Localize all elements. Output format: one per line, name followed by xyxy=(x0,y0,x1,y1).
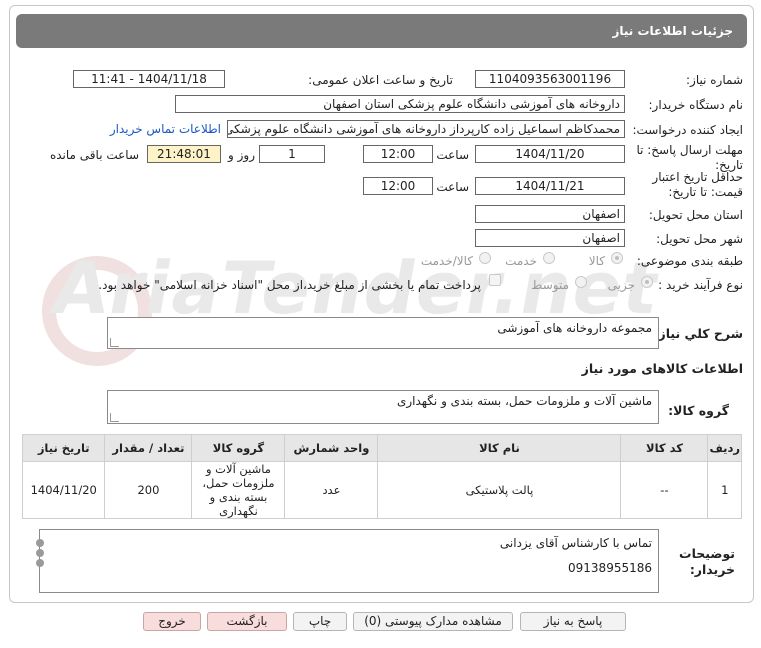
attachments-button[interactable]: مشاهده مدارک پیوستی (0) xyxy=(353,612,513,631)
notes-scrollbar[interactable] xyxy=(36,539,44,569)
process-radio-minor[interactable] xyxy=(641,276,653,288)
watermark-logo xyxy=(42,256,152,366)
page-title: جزئیات اطلاعات نیاز xyxy=(612,24,733,38)
back-button[interactable]: بازگشت xyxy=(207,612,287,631)
requester-label: ایجاد کننده درخواست: xyxy=(632,123,743,137)
remaining-word: ساعت باقی مانده xyxy=(49,148,139,162)
buyer-notes-line-2: 09138955186 xyxy=(568,561,652,575)
col-unit: واحد شمارش xyxy=(284,434,379,462)
cell-group: ماشین آلات و ملزومات حمل، بسته بندی و نگ… xyxy=(191,461,286,519)
payment-checkbox[interactable] xyxy=(489,274,501,286)
city-label: شهر محل تحویل: xyxy=(656,232,743,246)
summary-label: شرح کلي نیاز: xyxy=(653,326,743,341)
col-qty: تعداد / مقدار xyxy=(104,434,193,462)
announce-field: 1404/11/18 - 11:41 xyxy=(73,70,225,88)
summary-textarea: مجموعه داروخانه های آموزشی xyxy=(107,317,659,349)
deadline-label: مهلت ارسال پاسخ: تا xyxy=(636,143,743,157)
goods-group-textarea: ماشین آلات و ملزومات حمل، بسته بندی و نگ… xyxy=(107,390,659,424)
resize-grip-icon[interactable] xyxy=(110,413,119,422)
remaining-time-field: 21:48:01 xyxy=(147,145,221,163)
validity-time-word: ساعت xyxy=(436,180,469,194)
buyer-contact-link[interactable]: اطلاعات تماس خریدار xyxy=(110,122,221,136)
deadline-time-word: ساعت xyxy=(436,148,469,162)
validity-label: حداقل تاریخ اعتبار xyxy=(652,170,743,184)
category-label: طبقه بندی موضوعی: xyxy=(636,254,743,268)
province-label: استان محل تحویل: xyxy=(648,208,743,222)
print-button[interactable]: چاپ xyxy=(293,612,347,631)
buyer-org-field: داروخانه های آموزشی دانشگاه علوم پزشکی ا… xyxy=(175,95,625,113)
validity-time-field: 12:00 xyxy=(363,177,433,195)
col-group: گروه کالا xyxy=(191,434,286,462)
category-radio-goods[interactable] xyxy=(611,252,623,264)
days-field: 1 xyxy=(259,145,325,163)
exit-button[interactable]: خروج xyxy=(143,612,201,631)
goods-group-label: گروه کالا: xyxy=(668,403,729,418)
col-date: تاریخ نیاز xyxy=(21,434,106,462)
category-radio-service[interactable] xyxy=(543,252,555,264)
deadline-date-field: 1404/11/20 xyxy=(475,145,625,163)
table-header-row: ردیف کد کالا نام کالا واحد شمارش گروه کا… xyxy=(21,434,742,462)
col-code: کد کالا xyxy=(620,434,709,462)
payment-note: پرداخت تمام یا بخشی از مبلغ خرید،از محل … xyxy=(98,278,481,292)
cell-name: پالت پلاستیکی xyxy=(377,461,622,519)
category-radio-both[interactable] xyxy=(479,252,491,264)
validity-label-2: قیمت: تا تاریخ: xyxy=(668,185,743,199)
category-option-goods: کالا xyxy=(588,254,605,268)
need-number-field: 1104093563001196 xyxy=(475,70,625,88)
deadline-time-field: 12:00 xyxy=(363,145,433,163)
summary-text: مجموعه داروخانه های آموزشی xyxy=(497,321,652,335)
buyer-notes-textarea: تماس با کارشناس آقای یزدانی 09138955186 xyxy=(39,529,659,593)
buyer-notes-label-2: خریدار: xyxy=(689,562,735,577)
cell-code: -- xyxy=(620,461,709,519)
cell-qty: 200 xyxy=(104,461,193,519)
col-row: ردیف xyxy=(707,434,742,462)
buyer-notes-label: توضیحات xyxy=(679,546,735,561)
cell-date: 1404/11/20 xyxy=(21,461,106,519)
reply-button[interactable]: پاسخ به نیاز xyxy=(520,612,626,631)
goods-group-text: ماشین آلات و ملزومات حمل، بسته بندی و نگ… xyxy=(396,394,652,408)
process-label: نوع فرآیند خرید : xyxy=(658,278,743,292)
process-radio-medium[interactable] xyxy=(575,276,587,288)
category-option-both: کالا/خدمت xyxy=(420,254,473,268)
announce-label: تاریخ و ساعت اعلان عمومی: xyxy=(308,73,453,87)
col-name: نام کالا xyxy=(377,434,622,462)
buyer-org-label: نام دستگاه خریدار: xyxy=(648,98,744,112)
process-option-minor: جزیی xyxy=(607,278,635,292)
cell-row: 1 xyxy=(707,461,742,519)
cell-unit: عدد xyxy=(284,461,379,519)
days-word: روز و xyxy=(228,148,255,162)
need-number-label: شماره نیاز: xyxy=(686,73,743,87)
table-row: 1 -- پالت پلاستیکی عدد ماشین آلات و ملزو… xyxy=(21,461,742,519)
province-field: اصفهان xyxy=(475,205,625,223)
items-table: ردیف کد کالا نام کالا واحد شمارش گروه کا… xyxy=(21,434,742,519)
validity-date-field: 1404/11/21 xyxy=(475,177,625,195)
page-header: جزئیات اطلاعات نیاز xyxy=(16,14,747,48)
city-field: اصفهان xyxy=(475,229,625,247)
requester-field: محمدکاظم اسماعیل زاده کارپرداز داروخانه … xyxy=(227,120,625,138)
goods-section-title: اطلاعات کالاهای مورد نیاز xyxy=(581,361,743,376)
resize-grip-icon[interactable] xyxy=(110,338,119,347)
category-option-service: خدمت xyxy=(505,254,537,268)
process-option-medium: متوسط xyxy=(531,278,569,292)
buyer-notes-line-1: تماس با کارشناس آقای یزدانی xyxy=(499,536,652,550)
